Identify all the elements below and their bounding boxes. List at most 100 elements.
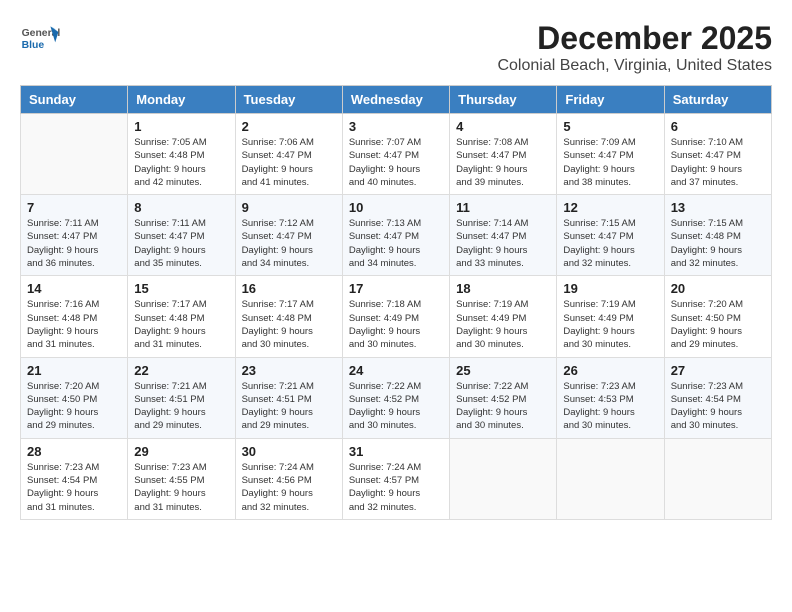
calendar-cell: 18 Sunrise: 7:19 AMSunset: 4:49 PMDayligh… (450, 276, 557, 357)
day-info: Sunrise: 7:14 AMSunset: 4:47 PMDaylight:… (456, 217, 550, 270)
day-number: 1 (134, 119, 228, 134)
day-number: 29 (134, 444, 228, 459)
day-number: 4 (456, 119, 550, 134)
day-number: 6 (671, 119, 765, 134)
day-info: Sunrise: 7:22 AMSunset: 4:52 PMDaylight:… (456, 380, 550, 433)
day-info: Sunrise: 7:10 AMSunset: 4:47 PMDaylight:… (671, 136, 765, 189)
day-number: 23 (242, 363, 336, 378)
day-number: 24 (349, 363, 443, 378)
calendar-cell: 3 Sunrise: 7:07 AMSunset: 4:47 PMDaylight… (342, 114, 449, 195)
day-number: 19 (563, 281, 657, 296)
day-number: 26 (563, 363, 657, 378)
calendar-cell (557, 438, 664, 519)
day-number: 12 (563, 200, 657, 215)
day-info: Sunrise: 7:09 AMSunset: 4:47 PMDaylight:… (563, 136, 657, 189)
day-number: 13 (671, 200, 765, 215)
day-number: 14 (27, 281, 121, 296)
calendar-cell: 6 Sunrise: 7:10 AMSunset: 4:47 PMDaylight… (664, 114, 771, 195)
calendar-cell (21, 114, 128, 195)
calendar-cell: 15 Sunrise: 7:17 AMSunset: 4:48 PMDayligh… (128, 276, 235, 357)
day-info: Sunrise: 7:23 AMSunset: 4:53 PMDaylight:… (563, 380, 657, 433)
calendar-table: SundayMondayTuesdayWednesdayThursdayFrid… (20, 85, 772, 520)
day-info: Sunrise: 7:12 AMSunset: 4:47 PMDaylight:… (242, 217, 336, 270)
page-header: General Blue December 2025 Colonial Beac… (20, 20, 772, 75)
day-of-week-header: Wednesday (342, 86, 449, 114)
day-number: 18 (456, 281, 550, 296)
day-info: Sunrise: 7:15 AMSunset: 4:47 PMDaylight:… (563, 217, 657, 270)
day-info: Sunrise: 7:06 AMSunset: 4:47 PMDaylight:… (242, 136, 336, 189)
day-number: 9 (242, 200, 336, 215)
day-info: Sunrise: 7:23 AMSunset: 4:54 PMDaylight:… (27, 461, 121, 514)
day-info: Sunrise: 7:19 AMSunset: 4:49 PMDaylight:… (563, 298, 657, 351)
day-info: Sunrise: 7:20 AMSunset: 4:50 PMDaylight:… (27, 380, 121, 433)
day-number: 31 (349, 444, 443, 459)
calendar-cell: 7 Sunrise: 7:11 AMSunset: 4:47 PMDaylight… (21, 195, 128, 276)
calendar-cell: 2 Sunrise: 7:06 AMSunset: 4:47 PMDaylight… (235, 114, 342, 195)
day-of-week-header: Saturday (664, 86, 771, 114)
calendar-cell: 29 Sunrise: 7:23 AMSunset: 4:55 PMDayligh… (128, 438, 235, 519)
logo-icon: General Blue (20, 20, 60, 60)
day-of-week-header: Thursday (450, 86, 557, 114)
day-info: Sunrise: 7:17 AMSunset: 4:48 PMDaylight:… (134, 298, 228, 351)
day-info: Sunrise: 7:24 AMSunset: 4:56 PMDaylight:… (242, 461, 336, 514)
day-info: Sunrise: 7:05 AMSunset: 4:48 PMDaylight:… (134, 136, 228, 189)
calendar-cell: 22 Sunrise: 7:21 AMSunset: 4:51 PMDayligh… (128, 357, 235, 438)
day-number: 10 (349, 200, 443, 215)
day-number: 3 (349, 119, 443, 134)
calendar-cell (664, 438, 771, 519)
calendar-cell: 17 Sunrise: 7:18 AMSunset: 4:49 PMDayligh… (342, 276, 449, 357)
day-of-week-header: Sunday (21, 86, 128, 114)
day-of-week-header: Tuesday (235, 86, 342, 114)
day-info: Sunrise: 7:18 AMSunset: 4:49 PMDaylight:… (349, 298, 443, 351)
day-number: 2 (242, 119, 336, 134)
day-info: Sunrise: 7:15 AMSunset: 4:48 PMDaylight:… (671, 217, 765, 270)
day-info: Sunrise: 7:19 AMSunset: 4:49 PMDaylight:… (456, 298, 550, 351)
calendar-cell: 28Sunrise: 7:23 AMSunset: 4:54 PMDayligh… (21, 438, 128, 519)
day-info: Sunrise: 7:20 AMSunset: 4:50 PMDaylight:… (671, 298, 765, 351)
calendar-week-row: 1 Sunrise: 7:05 AMSunset: 4:48 PMDaylight… (21, 114, 772, 195)
day-of-week-header: Monday (128, 86, 235, 114)
calendar-week-row: 21Sunrise: 7:20 AMSunset: 4:50 PMDayligh… (21, 357, 772, 438)
day-number: 7 (27, 200, 121, 215)
day-number: 22 (134, 363, 228, 378)
calendar-cell: 30Sunrise: 7:24 AMSunset: 4:56 PMDayligh… (235, 438, 342, 519)
calendar-cell: 9 Sunrise: 7:12 AMSunset: 4:47 PMDaylight… (235, 195, 342, 276)
month-year-title: December 2025 (497, 20, 772, 57)
day-info: Sunrise: 7:11 AMSunset: 4:47 PMDaylight:… (27, 217, 121, 270)
svg-text:Blue: Blue (22, 40, 45, 51)
day-number: 11 (456, 200, 550, 215)
day-number: 8 (134, 200, 228, 215)
day-info: Sunrise: 7:23 AMSunset: 4:55 PMDaylight:… (134, 461, 228, 514)
calendar-cell: 12 Sunrise: 7:15 AMSunset: 4:47 PMDayligh… (557, 195, 664, 276)
day-info: Sunrise: 7:13 AMSunset: 4:47 PMDaylight:… (349, 217, 443, 270)
day-info: Sunrise: 7:07 AMSunset: 4:47 PMDaylight:… (349, 136, 443, 189)
day-number: 20 (671, 281, 765, 296)
day-info: Sunrise: 7:22 AMSunset: 4:52 PMDaylight:… (349, 380, 443, 433)
calendar-cell: 19 Sunrise: 7:19 AMSunset: 4:49 PMDayligh… (557, 276, 664, 357)
day-info: Sunrise: 7:21 AMSunset: 4:51 PMDaylight:… (242, 380, 336, 433)
calendar-cell: 8Sunrise: 7:11 AMSunset: 4:47 PMDaylight… (128, 195, 235, 276)
location-subtitle: Colonial Beach, Virginia, United States (497, 57, 772, 75)
calendar-cell: 1 Sunrise: 7:05 AMSunset: 4:48 PMDaylight… (128, 114, 235, 195)
day-of-week-header: Friday (557, 86, 664, 114)
calendar-cell: 16 Sunrise: 7:17 AMSunset: 4:48 PMDayligh… (235, 276, 342, 357)
calendar-cell: 24 Sunrise: 7:22 AMSunset: 4:52 PMDayligh… (342, 357, 449, 438)
title-block: December 2025 Colonial Beach, Virginia, … (497, 20, 772, 75)
calendar-cell: 27Sunrise: 7:23 AMSunset: 4:54 PMDayligh… (664, 357, 771, 438)
day-info: Sunrise: 7:17 AMSunset: 4:48 PMDaylight:… (242, 298, 336, 351)
calendar-cell: 10 Sunrise: 7:13 AMSunset: 4:47 PMDayligh… (342, 195, 449, 276)
day-number: 15 (134, 281, 228, 296)
day-number: 5 (563, 119, 657, 134)
calendar-cell: 4Sunrise: 7:08 AMSunset: 4:47 PMDaylight… (450, 114, 557, 195)
calendar-week-row: 7 Sunrise: 7:11 AMSunset: 4:47 PMDaylight… (21, 195, 772, 276)
day-number: 25 (456, 363, 550, 378)
calendar-cell (450, 438, 557, 519)
calendar-week-row: 28Sunrise: 7:23 AMSunset: 4:54 PMDayligh… (21, 438, 772, 519)
day-info: Sunrise: 7:16 AMSunset: 4:48 PMDaylight:… (27, 298, 121, 351)
calendar-cell: 21Sunrise: 7:20 AMSunset: 4:50 PMDayligh… (21, 357, 128, 438)
calendar-cell: 14 Sunrise: 7:16 AMSunset: 4:48 PMDayligh… (21, 276, 128, 357)
day-number: 16 (242, 281, 336, 296)
calendar-cell: 5 Sunrise: 7:09 AMSunset: 4:47 PMDaylight… (557, 114, 664, 195)
day-info: Sunrise: 7:21 AMSunset: 4:51 PMDaylight:… (134, 380, 228, 433)
day-number: 17 (349, 281, 443, 296)
